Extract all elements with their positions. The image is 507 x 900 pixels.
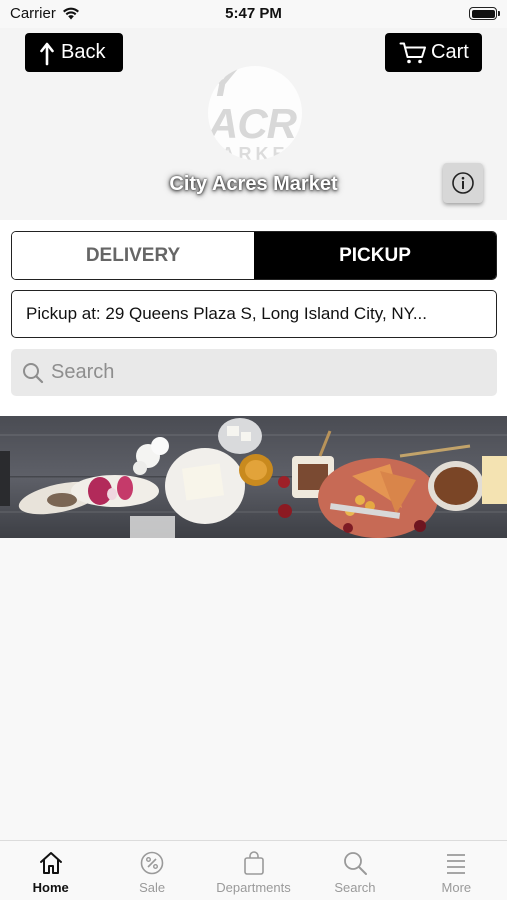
back-button[interactable]: Back (25, 33, 123, 72)
tab-sale-label: Sale (139, 880, 166, 895)
cart-label: Cart (431, 41, 469, 63)
cart-button[interactable]: Cart (385, 33, 482, 72)
status-time: 5:47 PM (225, 5, 282, 22)
store-name: City Acres Market (169, 173, 338, 195)
store-logo: Y ACR ARKE (208, 66, 302, 160)
search-input[interactable] (51, 361, 471, 384)
bag-icon (243, 851, 264, 875)
tab-search-label: Search (334, 880, 376, 895)
tab-more-label: More (441, 880, 472, 895)
back-label: Back (61, 41, 106, 63)
tab-more[interactable]: More (406, 841, 507, 900)
menu-icon (447, 854, 466, 874)
tab-departments-label: Departments (216, 880, 291, 895)
home-icon (39, 852, 62, 874)
store-header: Back Y ACR ARKE Cart City Acres Market (0, 28, 507, 220)
food-spread-image (0, 416, 507, 538)
tab-home[interactable]: Home (0, 841, 101, 900)
tab-departments[interactable]: Departments (203, 841, 304, 900)
fulfillment-section: DELIVERY PICKUP Pickup at: 29 Queens Pla… (0, 220, 507, 416)
logo-text-bottom: ARKE (221, 144, 289, 160)
status-bar: Carrier 5:47 PM (0, 0, 507, 28)
cart-icon (399, 42, 426, 63)
back-arrow-icon (40, 42, 54, 65)
bottom-tab-bar: Home Sale Departments Search More (0, 840, 507, 900)
tab-search[interactable]: Search (304, 841, 405, 900)
fulfillment-toggle: DELIVERY PICKUP (11, 231, 497, 280)
pickup-address-field[interactable]: Pickup at: 29 Queens Plaza S, Long Islan… (11, 290, 497, 338)
sale-icon (140, 851, 164, 875)
tab-sale[interactable]: Sale (101, 841, 202, 900)
search-icon (344, 852, 367, 875)
search-icon (23, 362, 44, 383)
store-info-button[interactable] (443, 163, 483, 203)
promo-banner-image[interactable] (0, 416, 507, 538)
logo-text-top: Y ACR (208, 66, 297, 148)
delivery-tab[interactable]: DELIVERY (12, 232, 254, 279)
battery-icon (469, 7, 500, 20)
info-icon (452, 172, 474, 194)
tab-home-label: Home (32, 880, 69, 895)
search-bar[interactable] (11, 349, 497, 396)
pickup-tab[interactable]: PICKUP (254, 232, 496, 279)
